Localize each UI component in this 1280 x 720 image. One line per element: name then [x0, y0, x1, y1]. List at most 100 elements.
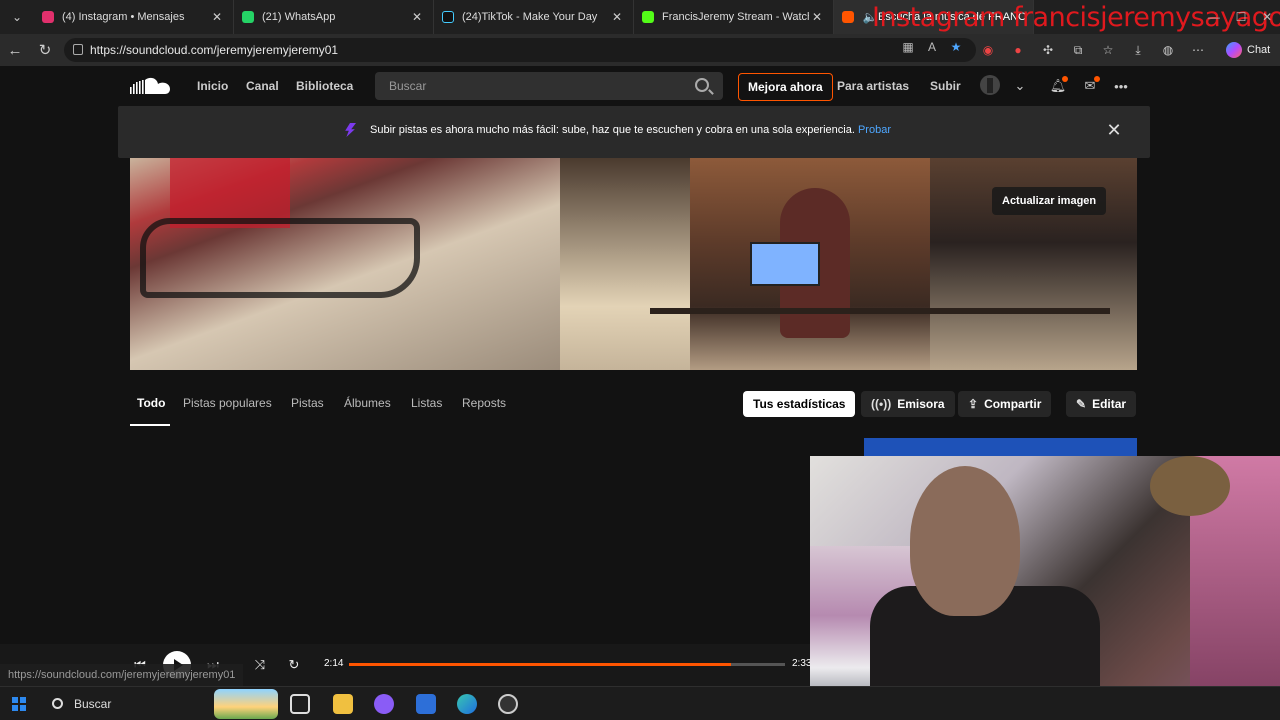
- url-field[interactable]: https://soundcloud.com/jeremyjeremyjerem…: [64, 38, 976, 62]
- edge-icon[interactable]: [457, 694, 477, 714]
- soundcloud-header: Inicio Canal Biblioteca Buscar Mejora ah…: [0, 66, 1280, 106]
- address-bar-row: ← ↻ https://soundcloud.com/jeremyjeremyj…: [0, 34, 1280, 66]
- tab-tracks[interactable]: Pistas: [291, 396, 324, 410]
- download-icon[interactable]: ⤓: [1128, 40, 1148, 60]
- copilot-chat-button[interactable]: Chat: [1220, 39, 1276, 61]
- soundcloud-logo-icon[interactable]: [130, 77, 172, 95]
- tab-title: (4) Instagram • Mensajes: [62, 11, 185, 23]
- minimize-icon[interactable]: —: [1208, 10, 1220, 24]
- refresh-icon[interactable]: ↻: [30, 34, 60, 66]
- favorite-star-icon[interactable]: ★: [948, 39, 964, 55]
- search-icon: [52, 698, 63, 709]
- soundcloud-icon: [842, 11, 854, 23]
- close-tab-icon[interactable]: ✕: [609, 10, 625, 24]
- screen: ⌄ (4) Instagram • Mensajes ✕ (21) WhatsA…: [0, 0, 1280, 720]
- close-tab-icon[interactable]: ✕: [409, 10, 425, 24]
- maximize-icon[interactable]: ☐: [1236, 10, 1247, 24]
- app-icon[interactable]: [416, 694, 436, 714]
- notice-message: Subir pistas es ahora mucho más fácil: s…: [370, 124, 891, 136]
- mail-icon[interactable]: ✉: [1081, 76, 1100, 95]
- puzzle-icon[interactable]: ✣: [1038, 40, 1058, 60]
- lightning-icon: [345, 123, 356, 137]
- tab-all[interactable]: Todo: [137, 396, 165, 410]
- extension-icon[interactable]: ●: [1008, 40, 1028, 60]
- station-label: Emisora: [897, 397, 945, 411]
- tab-popular-tracks[interactable]: Pistas populares: [183, 396, 272, 410]
- user-avatar[interactable]: [980, 75, 1000, 95]
- share-button[interactable]: ⇪ Compartir: [958, 391, 1052, 417]
- split-screen-icon[interactable]: ⧉: [1068, 40, 1088, 60]
- bell-icon[interactable]: 🔔︎: [1049, 76, 1068, 95]
- tab-actions-chevron-icon[interactable]: ⌄: [0, 0, 34, 34]
- active-tab-underline: [130, 424, 170, 426]
- update-image-button[interactable]: Actualizar imagen: [992, 187, 1107, 215]
- kick-icon: [642, 11, 654, 23]
- favorites-icon[interactable]: ☆: [1098, 40, 1118, 60]
- url-bar-icons: ▦ A ★: [900, 39, 964, 55]
- windows-start-icon[interactable]: [12, 697, 26, 711]
- shuffle-icon[interactable]: ⤨: [251, 656, 269, 674]
- edit-button[interactable]: ✎ Editar: [1066, 391, 1137, 417]
- close-window-icon[interactable]: ✕: [1262, 10, 1272, 24]
- close-tab-icon[interactable]: ✕: [209, 10, 225, 24]
- more-options-icon[interactable]: •••: [1112, 77, 1130, 95]
- station-button[interactable]: ((•)) Emisora: [861, 391, 955, 417]
- progress-fill: [349, 663, 731, 666]
- pencil-icon: ✎: [1076, 397, 1087, 411]
- back-arrow-icon[interactable]: ←: [0, 34, 30, 66]
- file-explorer-icon[interactable]: [333, 694, 353, 714]
- lock-icon: [73, 44, 83, 55]
- tab-whatsapp[interactable]: (21) WhatsApp ✕: [234, 0, 434, 34]
- search-icon[interactable]: [695, 78, 709, 92]
- close-icon[interactable]: ✕: [1104, 120, 1124, 140]
- search-input[interactable]: Buscar: [375, 72, 723, 100]
- your-stats-button[interactable]: Tus estadísticas: [743, 391, 856, 417]
- banner-desk: [650, 308, 1110, 314]
- for-artists-link[interactable]: Para artistas: [837, 79, 909, 93]
- station-icon: ((•)): [871, 397, 892, 411]
- nav-inicio[interactable]: Inicio: [197, 79, 228, 93]
- tab-reposts[interactable]: Reposts: [462, 396, 506, 410]
- nav-biblioteca[interactable]: Biblioteca: [296, 79, 353, 93]
- progress-track[interactable]: [349, 663, 785, 666]
- status-bar-url: https://soundcloud.com/jeremyjeremyjerem…: [0, 664, 244, 686]
- notice-try-link[interactable]: Probar: [858, 124, 891, 136]
- banner-shelf: [560, 158, 690, 370]
- upload-notice-banner: Subir pistas es ahora mucho más fácil: s…: [118, 106, 1150, 158]
- profile-header-image: [130, 158, 1137, 370]
- browser-tab-strip: ⌄ (4) Instagram • Mensajes ✕ (21) WhatsA…: [0, 0, 1280, 34]
- tab-kick[interactable]: FrancisJeremy Stream - Watch Live ✕: [634, 0, 834, 34]
- share-label: Compartir: [984, 397, 1042, 411]
- read-aloud-icon[interactable]: A: [924, 39, 940, 55]
- close-tab-icon[interactable]: ✕: [809, 10, 825, 24]
- tab-title: FrancisJeremy Stream - Watch Live: [662, 11, 809, 23]
- obs-icon[interactable]: [498, 694, 518, 714]
- app-grid-icon[interactable]: ▦: [900, 39, 916, 55]
- chat-label: Chat: [1247, 44, 1271, 56]
- promo-card[interactable]: [864, 438, 1137, 458]
- search-placeholder: Buscar: [389, 79, 427, 93]
- chevron-down-icon[interactable]: ⌄: [1011, 77, 1029, 95]
- profile-avatar[interactable]: ◍: [1158, 40, 1178, 60]
- task-view-icon[interactable]: [290, 694, 310, 714]
- tab-instagram[interactable]: (4) Instagram • Mensajes ✕: [34, 0, 234, 34]
- window-controls: — ☐ ✕: [1200, 0, 1280, 34]
- repeat-icon[interactable]: ↻: [285, 656, 303, 674]
- tab-playlists[interactable]: Listas: [411, 396, 442, 410]
- banner-black-graffiti: [140, 218, 420, 298]
- tiktok-icon: [442, 11, 454, 23]
- upload-link[interactable]: Subir: [930, 79, 961, 93]
- copilot-icon: [1226, 42, 1242, 58]
- banner-monitor: [750, 242, 820, 286]
- tab-albums[interactable]: Álbumes: [344, 396, 391, 410]
- share-icon: ⇪: [968, 397, 979, 411]
- app-icon[interactable]: [374, 694, 394, 714]
- tab-tiktok[interactable]: (24)TikTok - Make Your Day ✕: [434, 0, 634, 34]
- more-menu-icon[interactable]: ⋯: [1188, 40, 1208, 60]
- whatsapp-icon: [242, 11, 254, 23]
- widgets-image[interactable]: [214, 689, 278, 719]
- nav-canal[interactable]: Canal: [246, 79, 279, 93]
- extension-icon[interactable]: ◉: [978, 40, 998, 60]
- tab-title: (21) WhatsApp: [262, 11, 336, 23]
- upgrade-button[interactable]: Mejora ahora: [738, 73, 833, 101]
